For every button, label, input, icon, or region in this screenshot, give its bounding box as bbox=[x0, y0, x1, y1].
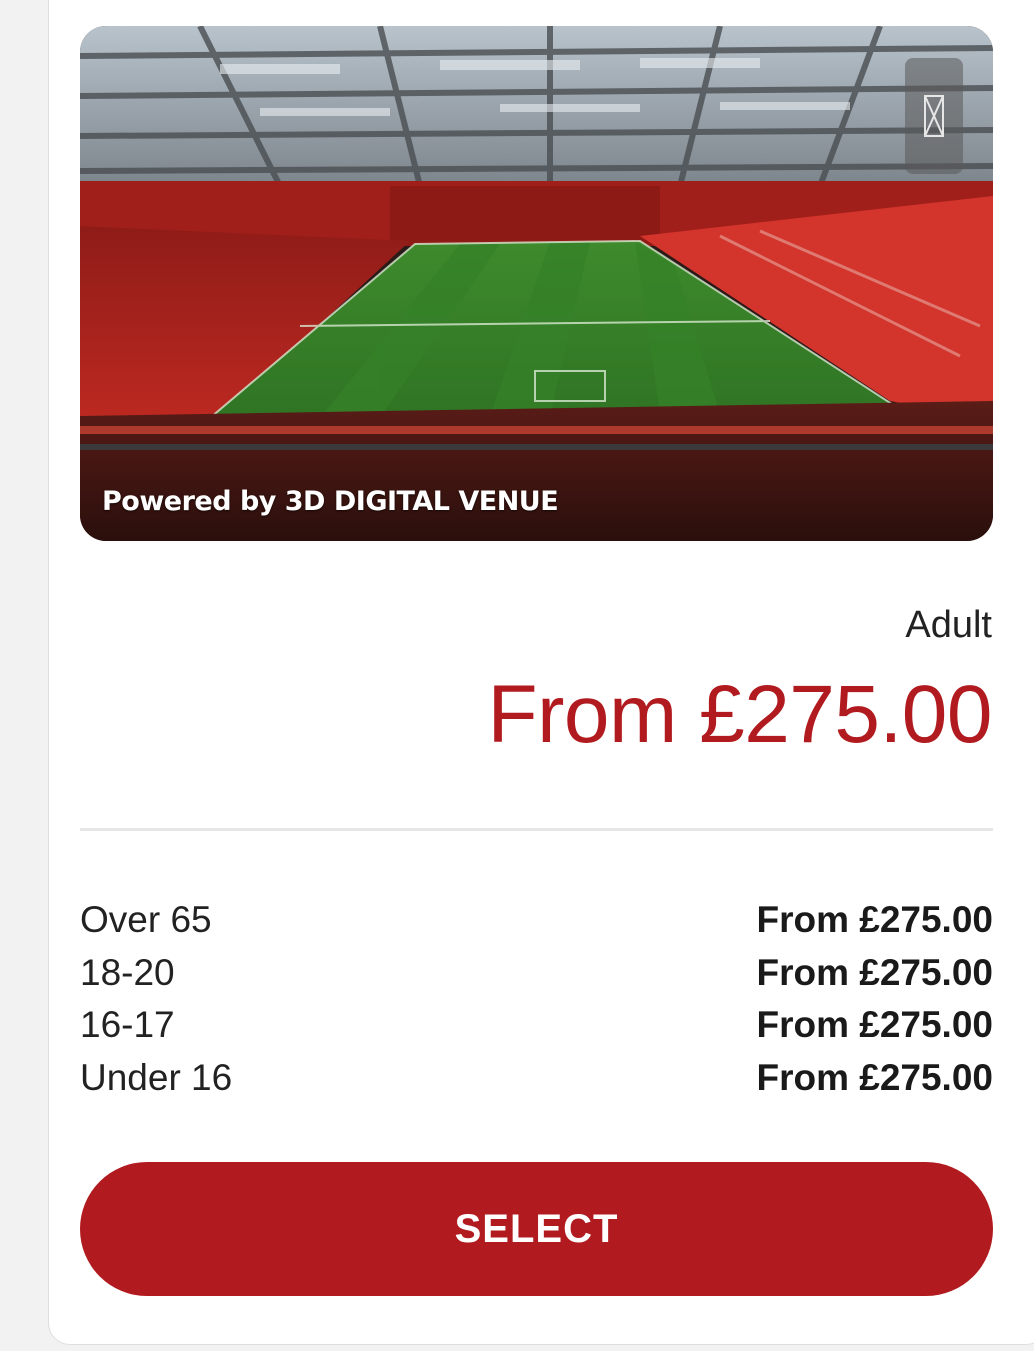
price-row: Under 16 From £275.00 bbox=[80, 1052, 993, 1105]
price-amount: From £275.00 bbox=[756, 951, 993, 993]
price-row: Over 65 From £275.00 bbox=[80, 894, 993, 947]
venue-3d-view[interactable] bbox=[80, 26, 993, 541]
price-row: 18-20 From £275.00 bbox=[80, 947, 993, 1000]
price-category: 16-17 bbox=[80, 1004, 175, 1046]
select-button[interactable]: SELECT bbox=[80, 1162, 993, 1296]
price-category: Under 16 bbox=[80, 1056, 233, 1098]
ticket-type-label: Adult bbox=[905, 604, 992, 646]
primary-price: From £275.00 bbox=[487, 669, 993, 760]
price-list: Over 65 From £275.00 18-20 From £275.00 … bbox=[80, 894, 993, 1104]
fullscreen-icon bbox=[924, 95, 944, 137]
price-row: 16-17 From £275.00 bbox=[80, 999, 993, 1052]
price-amount: From £275.00 bbox=[756, 1004, 993, 1046]
price-category: Over 65 bbox=[80, 899, 212, 941]
venue-credit: Powered by 3D DIGITAL VENUE bbox=[102, 486, 559, 517]
stadium-image bbox=[80, 26, 993, 541]
fullscreen-button[interactable] bbox=[905, 58, 963, 174]
price-category: 18-20 bbox=[80, 951, 175, 993]
price-amount: From £275.00 bbox=[756, 899, 993, 941]
divider bbox=[80, 828, 993, 831]
price-amount: From £275.00 bbox=[756, 1056, 993, 1098]
